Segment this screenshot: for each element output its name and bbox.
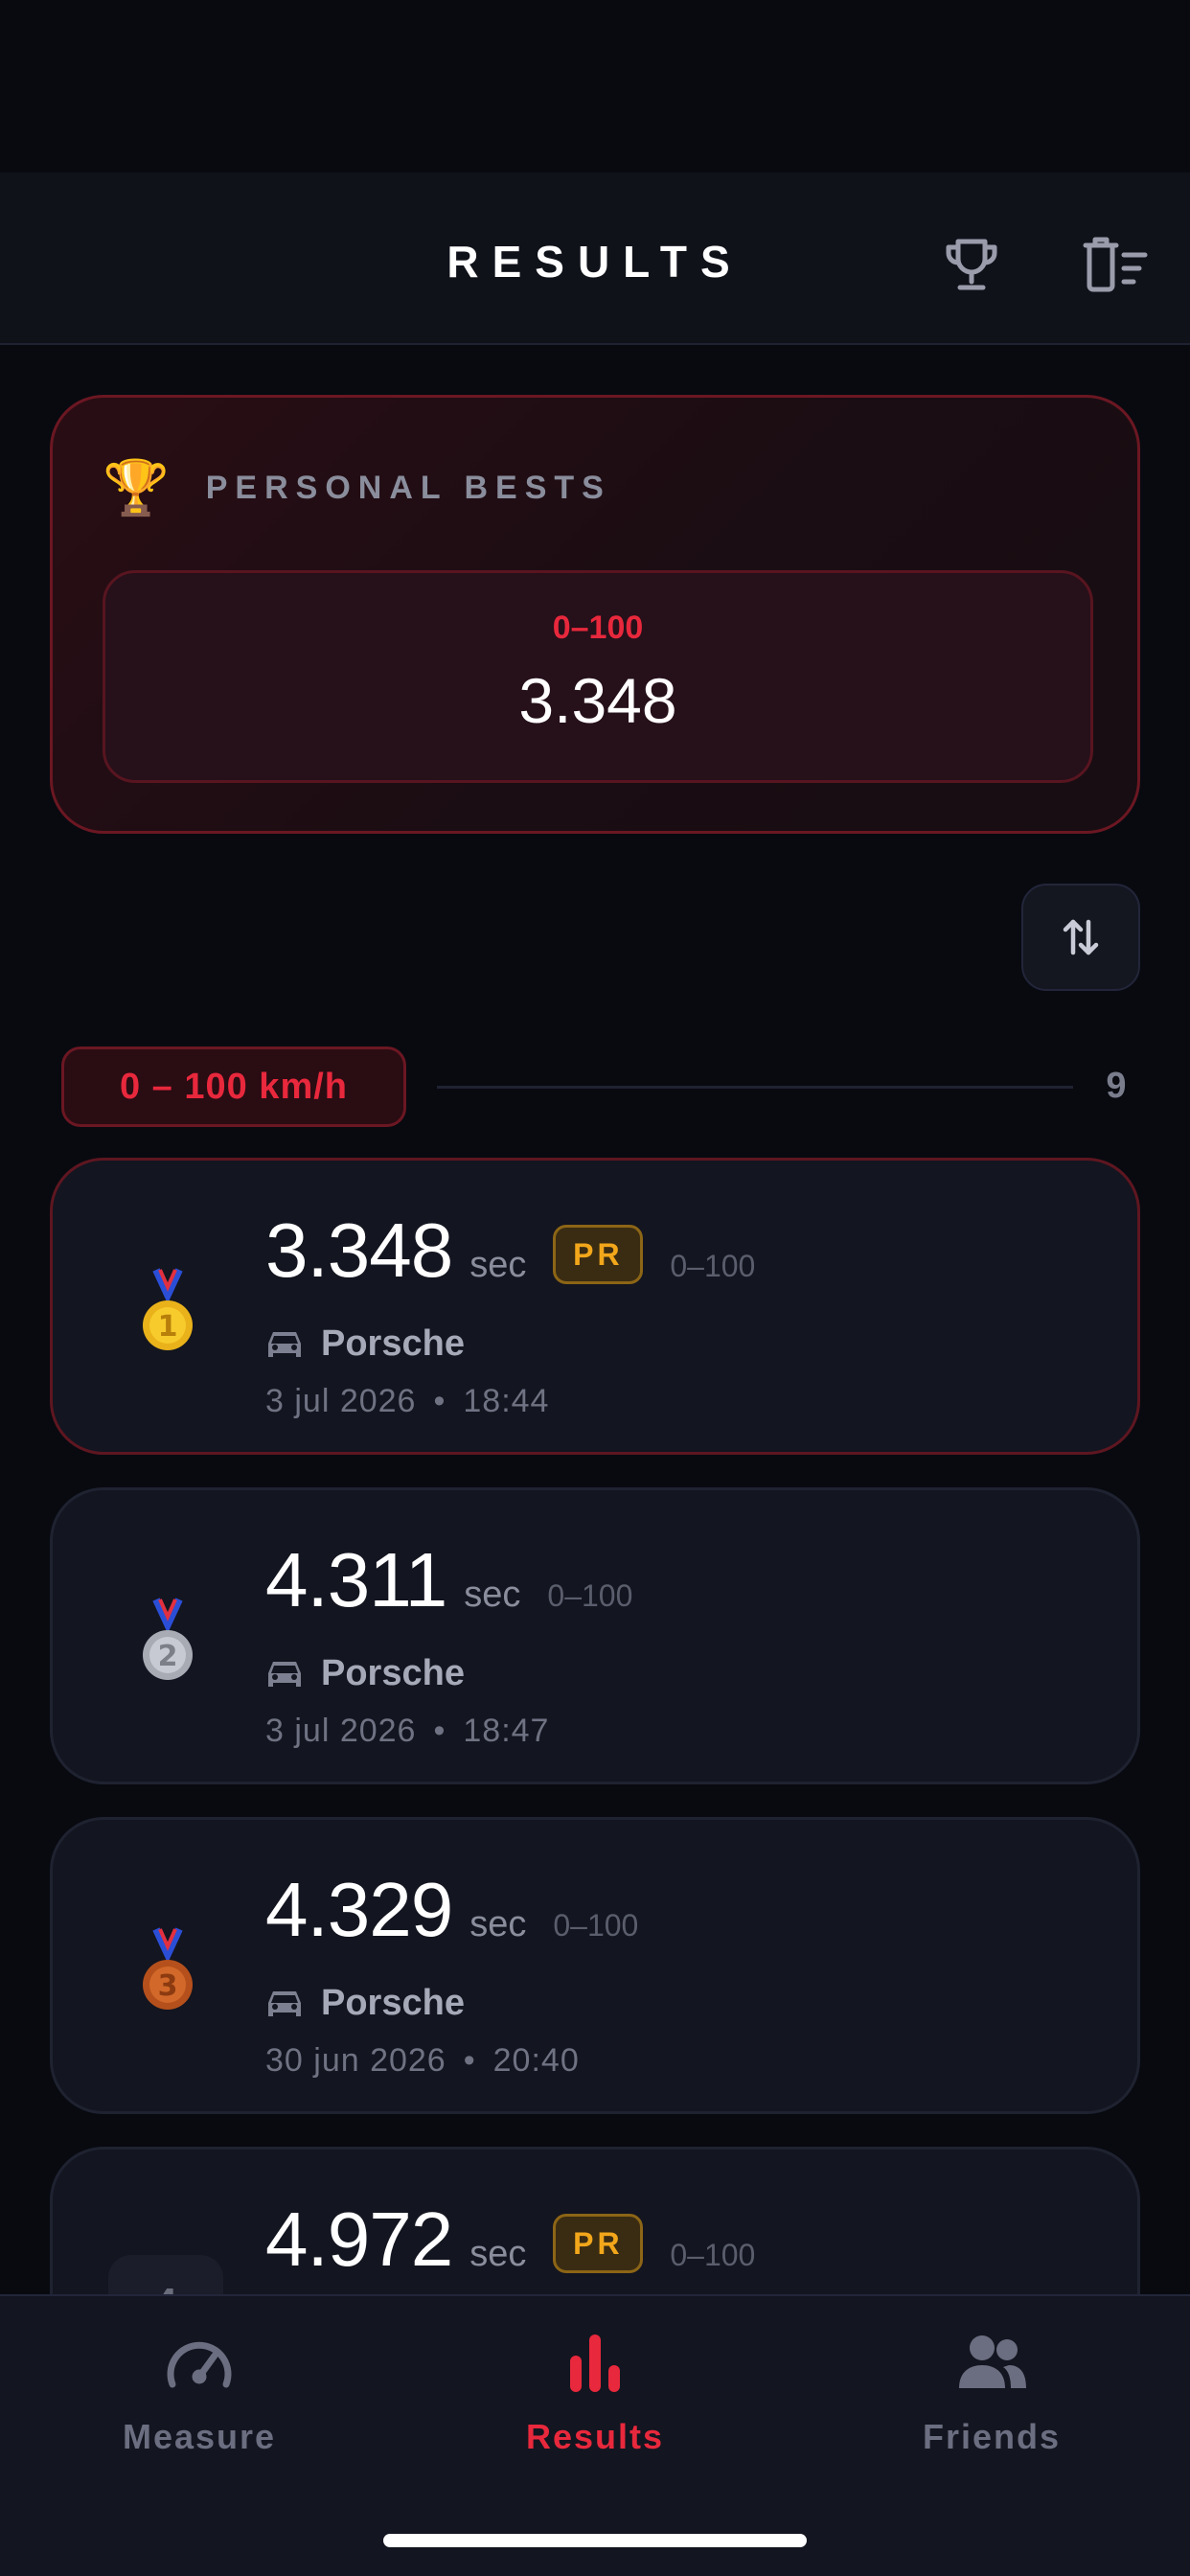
range-tag: 0–100 — [670, 2238, 756, 2272]
car-icon — [268, 1661, 301, 1687]
personal-best-value: 3.348 — [518, 665, 677, 736]
result-date: 3 jul 2026 — [265, 1383, 417, 1419]
result-date: 30 jun 2026 — [265, 2042, 446, 2079]
section-chip-0-100[interactable]: 0 – 100 km/h — [61, 1046, 406, 1127]
time-unit: sec — [469, 1245, 527, 1285]
tab-measure[interactable]: Measure — [56, 2329, 343, 2457]
trash-list-icon — [1083, 237, 1148, 292]
separator-dot: • — [433, 1383, 446, 1419]
range-tag: 0–100 — [670, 1249, 756, 1283]
time-row: 4.311 sec 0–100 — [265, 1536, 632, 1624]
car-row: Porsche — [265, 1653, 465, 1694]
time-unit: sec — [469, 1904, 527, 1944]
tab-label: Measure — [122, 2417, 277, 2456]
result-card[interactable]: 2 4.311 sec 0–100 Porsche 3 jul 2026 • 18:… — [50, 1487, 1140, 1784]
result-time: 4.329 — [265, 1867, 453, 1952]
trophy-icon — [946, 239, 997, 290]
gold-medal-icon: 1 — [143, 1268, 193, 1350]
personal-bests-label: PERSONAL BESTS — [205, 469, 611, 506]
personal-bests-header: 🏆 PERSONAL BESTS — [103, 461, 611, 515]
car-name: Porsche — [321, 1653, 465, 1693]
car-row: Porsche — [265, 1323, 465, 1365]
speedometer-icon — [167, 2341, 232, 2388]
personal-bests-card[interactable]: 🏆 PERSONAL BESTS 0–100 3.348 — [50, 395, 1140, 834]
tab-results[interactable]: Results — [451, 2329, 739, 2457]
result-card[interactable]: 3 4.329 sec 0–100 Porsche 30 jun 2026 • 20… — [50, 1817, 1140, 2114]
tab-friends[interactable]: Friends — [848, 2329, 1135, 2457]
date-row: 3 jul 2026 • 18:44 — [265, 1383, 549, 1420]
home-indicator[interactable] — [383, 2534, 807, 2547]
section-divider — [437, 1086, 1073, 1089]
personal-best-range: 0–100 — [552, 610, 644, 646]
time-unit: sec — [469, 2234, 527, 2274]
section-count: 9 — [1106, 1066, 1127, 1106]
status-bar-area — [0, 0, 1190, 172]
sort-button[interactable] — [1021, 884, 1140, 991]
bronze-medal-icon: 3 — [143, 1927, 193, 2010]
app-header: RESULTS — [0, 172, 1190, 345]
page-title: RESULTS — [446, 237, 744, 287]
result-clock: 18:44 — [463, 1383, 550, 1419]
date-row: 3 jul 2026 • 18:47 — [265, 1713, 549, 1750]
car-icon — [268, 1990, 301, 2016]
silver-medal-icon: 2 — [143, 1598, 193, 1680]
separator-dot: • — [433, 1713, 446, 1749]
rank-number: 3 — [158, 1969, 178, 2003]
result-time: 4.311 — [265, 1537, 447, 1622]
pr-badge: PR — [553, 1225, 644, 1284]
time-row: 4.329 sec 0–100 — [265, 1866, 638, 1954]
personal-best-tile[interactable]: 0–100 3.348 — [103, 570, 1093, 783]
time-unit: sec — [464, 1575, 521, 1615]
pr-badge: PR — [553, 2214, 644, 2273]
car-name: Porsche — [321, 1983, 465, 2023]
time-row: 3.348 sec PR 0–100 — [265, 1207, 755, 1295]
result-clock: 18:47 — [463, 1713, 550, 1749]
tab-label: Results — [525, 2417, 665, 2456]
tab-label: Friends — [922, 2417, 1062, 2456]
result-time: 3.348 — [265, 1208, 453, 1293]
trophy-emoji-icon: 🏆 — [103, 457, 170, 518]
separator-dot: • — [463, 2042, 476, 2079]
time-row: 4.972 sec PR 0–100 — [265, 2196, 755, 2284]
result-clock: 20:40 — [492, 2042, 580, 2079]
date-row: 30 jun 2026 • 20:40 — [265, 2042, 580, 2080]
result-date: 3 jul 2026 — [265, 1713, 417, 1749]
rank-number: 2 — [158, 1640, 178, 1673]
result-card[interactable]: 1 3.348 sec PR 0–100 Porsche 3 jul 2026 •… — [50, 1158, 1140, 1455]
range-tag: 0–100 — [547, 1578, 633, 1613]
result-time: 4.972 — [265, 2196, 453, 2282]
car-icon — [268, 1331, 301, 1357]
people-icon — [959, 2335, 1026, 2388]
sort-arrows-icon — [1063, 919, 1099, 955]
car-name: Porsche — [321, 1323, 465, 1364]
clear-results-button[interactable] — [1077, 226, 1154, 303]
bar-chart-icon — [570, 2334, 620, 2392]
rank-number: 1 — [158, 1310, 178, 1344]
car-row: Porsche — [265, 1983, 465, 2024]
range-tag: 0–100 — [553, 1908, 639, 1943]
trophy-button[interactable] — [933, 226, 1010, 303]
